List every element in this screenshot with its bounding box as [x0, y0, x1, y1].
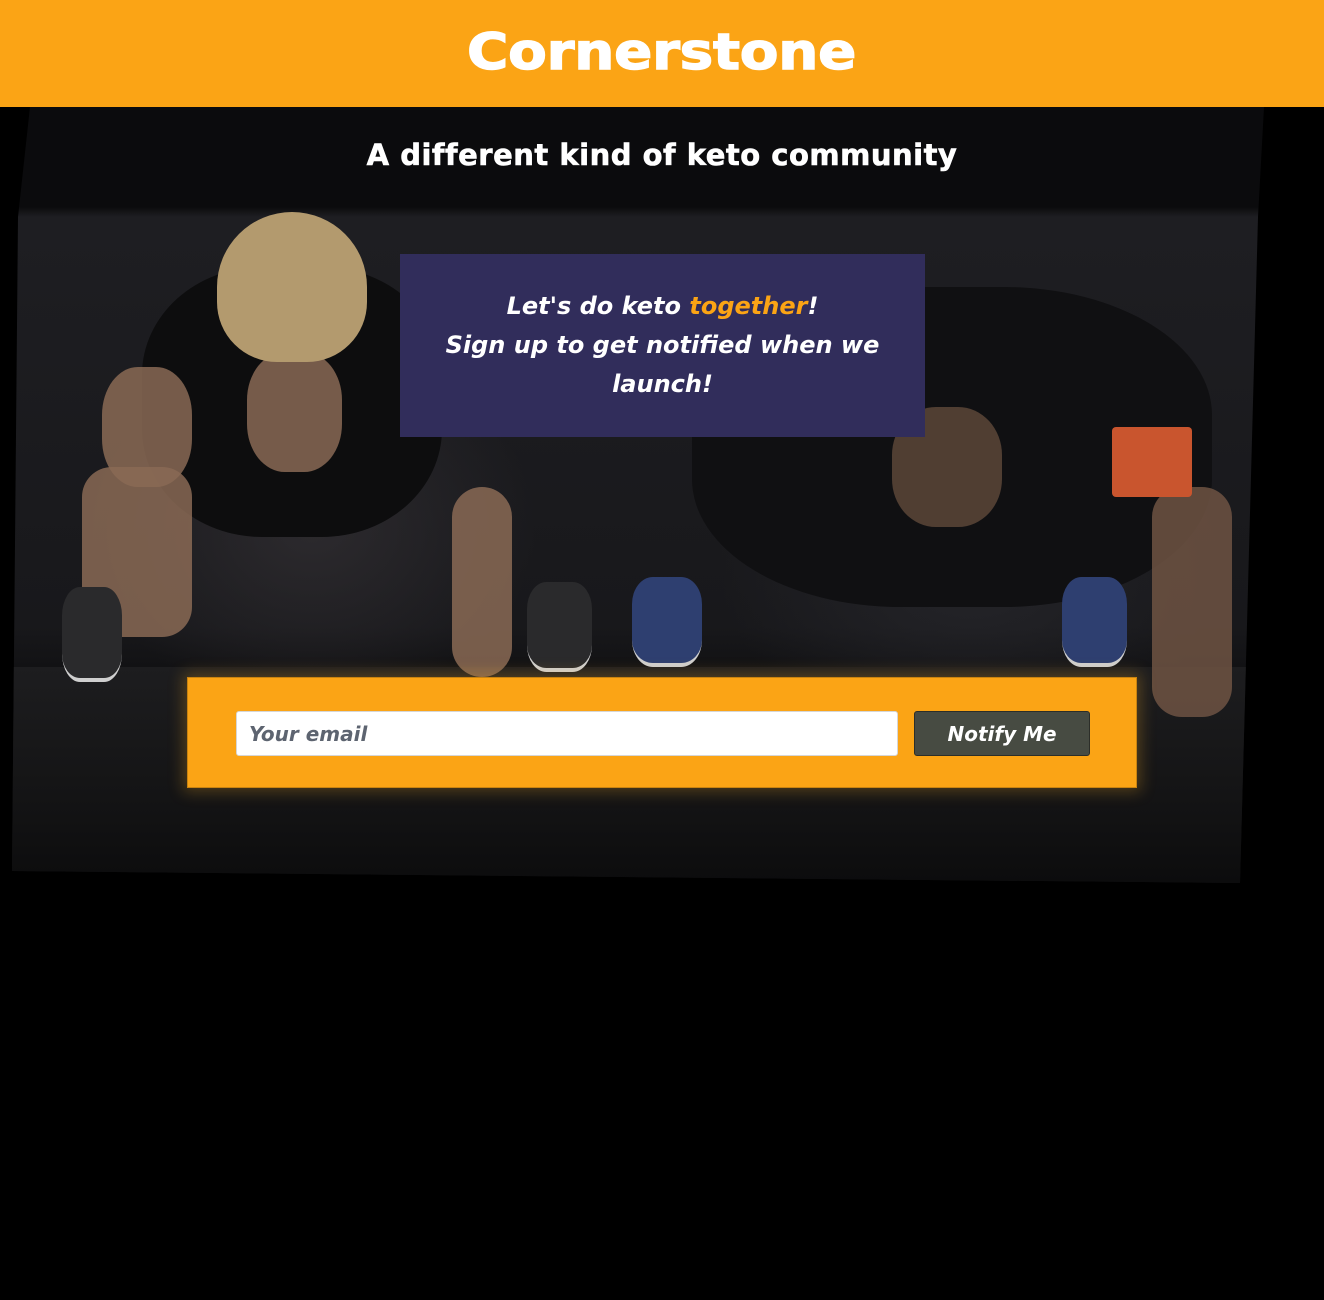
woman-face	[247, 352, 342, 472]
hero-tagline: A different kind of keto community	[366, 138, 958, 173]
man-shoe-left	[632, 577, 702, 667]
notice-line-1-suffix: !	[807, 292, 819, 320]
man-shoe-right	[1062, 577, 1127, 667]
notice-line-1-prefix: Let's do keto	[506, 292, 690, 320]
notice-line-2: Sign up to get notified when we launch!	[445, 331, 880, 398]
site-header: Cornerstone	[0, 0, 1324, 107]
signup-form: Notify Me	[187, 677, 1137, 788]
notice-line-1: Let's do keto together!	[507, 287, 819, 326]
woman-arm-right	[452, 487, 512, 677]
brand-logo-text: Cornerstone	[467, 22, 858, 81]
signup-notice-box: Let's do keto together! Sign up to get n…	[400, 254, 925, 437]
woman-shoe-right	[527, 582, 592, 672]
woman-shoe-left	[62, 587, 122, 682]
man-armband	[1112, 427, 1192, 497]
email-input[interactable]	[236, 711, 898, 756]
man-arm	[1152, 487, 1232, 717]
notice-highlight-word: together	[689, 292, 808, 320]
woman-hair	[217, 212, 367, 362]
notify-me-button[interactable]: Notify Me	[914, 711, 1090, 756]
